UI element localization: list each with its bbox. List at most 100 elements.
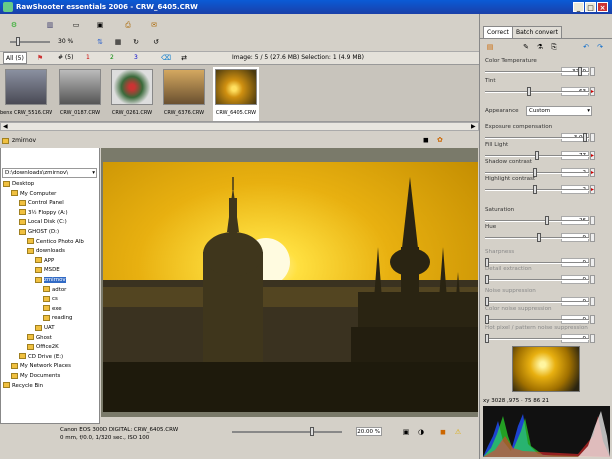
filter-hash-tab[interactable]: # (5) — [58, 52, 73, 64]
zoom-slider[interactable] — [10, 37, 50, 46]
monitor-icon[interactable]: ▣ — [94, 19, 106, 30]
thumbnail[interactable]: CRW_6376.CRW — [161, 67, 207, 121]
thumbnail-image[interactable] — [111, 69, 153, 105]
folder-tree-item[interactable]: Desktop — [3, 180, 34, 188]
param-spinner[interactable] — [590, 275, 595, 284]
folder-tree-item[interactable]: 3½ Floppy (A:) — [19, 209, 68, 217]
folder-tree-item[interactable]: Control Panel — [19, 199, 64, 207]
param-spinner[interactable] — [590, 334, 595, 343]
reset-arrow-icon[interactable]: ▸ — [591, 88, 596, 95]
folder-tree-item[interactable]: UAT — [35, 324, 55, 332]
folder-tree-item[interactable]: reading — [43, 314, 72, 322]
filter-all-tab[interactable]: All (5) — [3, 52, 27, 64]
maximize-button[interactable]: □ — [585, 2, 596, 12]
folder-tree-item[interactable]: Local Disk (C:) — [19, 218, 67, 226]
thumbnail-selected[interactable]: CRW_6405.CRW — [213, 67, 259, 121]
tag-icon[interactable]: ⚑ — [34, 52, 46, 63]
trash-filter-icon[interactable]: ⌫ — [160, 52, 172, 63]
folder-tree-item[interactable]: cs — [43, 295, 58, 303]
layout-icon[interactable]: ▥ — [44, 19, 56, 30]
param-slider[interactable] — [485, 168, 589, 177]
folder-tree-item[interactable]: My Network Places — [11, 362, 71, 370]
appearance-select[interactable]: Custom ▾ — [526, 106, 592, 116]
filter-1-tab[interactable]: 1 — [86, 52, 90, 64]
color-icon[interactable]: ◼ — [437, 426, 449, 437]
folder-tree-item[interactable]: downloads — [27, 247, 65, 255]
thumbnail-image[interactable] — [163, 69, 205, 105]
param-slider[interactable] — [485, 258, 589, 267]
filmstrip-scrollbar[interactable]: ◀ ▶ — [0, 122, 479, 131]
fit-icon[interactable]: ▣ — [400, 426, 412, 437]
param-spinner[interactable] — [590, 258, 595, 267]
param-slider-knob[interactable] — [485, 297, 489, 306]
param-slider[interactable] — [485, 151, 589, 160]
thumbnail-image[interactable] — [59, 69, 101, 105]
preview-zoom-slider[interactable] — [232, 427, 342, 436]
param-slider[interactable] — [485, 275, 589, 284]
scroll-left-icon[interactable]: ◀ — [3, 123, 8, 130]
scroll-right-icon[interactable]: ▶ — [471, 123, 476, 130]
preview-image[interactable] — [103, 162, 478, 412]
folder-tree-item[interactable]: Recycle Bin — [3, 382, 43, 390]
path-combo[interactable]: D:\downloads\zmirnov\ ▾ — [2, 168, 97, 178]
param-slider-knob[interactable] — [545, 216, 549, 225]
param-slider-knob[interactable] — [537, 233, 541, 242]
sync-filter-icon[interactable]: ⇄ — [178, 52, 190, 63]
param-spinner[interactable] — [590, 233, 595, 242]
param-spinner[interactable] — [590, 133, 595, 142]
alert-icon[interactable]: ⚠ — [452, 426, 464, 437]
refresh-icon[interactable]: ↻ — [130, 36, 142, 47]
reset-arrow-icon[interactable]: ▸ — [591, 152, 596, 159]
param-slider[interactable] — [485, 334, 589, 343]
folder-tree-item[interactable]: exe — [43, 305, 62, 313]
close-button[interactable]: × — [597, 2, 608, 12]
chevron-down-icon[interactable]: ▾ — [92, 169, 95, 178]
param-spinner[interactable] — [590, 216, 595, 225]
param-slider[interactable] — [485, 133, 589, 142]
folder-tree-item[interactable]: MSDE — [35, 266, 60, 274]
param-slider-knob[interactable] — [578, 67, 582, 76]
sort-icon[interactable]: ⇅ — [94, 36, 106, 47]
palette-icon[interactable]: ✿ — [437, 136, 443, 144]
folder-tree-item[interactable]: CD Drive (E:) — [19, 353, 63, 361]
param-slider[interactable] — [485, 87, 589, 96]
param-slider[interactable] — [485, 216, 589, 225]
zoom-knob[interactable] — [16, 37, 20, 46]
folder-tree-item[interactable]: My Documents — [11, 372, 60, 380]
export-icon[interactable]: ✉ — [148, 19, 160, 30]
param-slider-knob[interactable] — [485, 275, 489, 284]
navigator-thumbnail[interactable] — [512, 346, 580, 392]
thumbnail[interactable]: benx CRW_5516.CRW — [0, 67, 52, 121]
thumbnail-image[interactable] — [215, 69, 257, 105]
view-icon[interactable]: ▦ — [112, 36, 124, 47]
param-spinner[interactable] — [590, 67, 595, 76]
filter-2-tab[interactable]: 2 — [110, 52, 114, 64]
folder-tree-item[interactable]: Ghost — [27, 334, 52, 342]
param-slider[interactable] — [485, 315, 589, 324]
param-spinner[interactable] — [590, 297, 595, 306]
folder-tree-item[interactable]: zmirnov — [35, 276, 66, 284]
param-slider[interactable] — [485, 67, 589, 76]
dual-view-icon[interactable]: ▭ — [70, 19, 82, 30]
param-spinner[interactable] — [590, 315, 595, 324]
folder-tree-item[interactable]: Office2K — [27, 343, 59, 351]
param-slider-knob[interactable] — [485, 334, 489, 343]
minimize-button[interactable]: _ — [573, 2, 584, 12]
param-slider-knob[interactable] — [485, 315, 489, 324]
reset-arrow-icon[interactable]: ▸ — [591, 169, 596, 176]
chevron-down-icon[interactable]: ▾ — [587, 107, 590, 116]
rotate-icon[interactable]: ↺ — [150, 36, 162, 47]
reset-arrow-icon[interactable]: ▸ — [591, 186, 596, 193]
chat-icon[interactable]: ◼ — [423, 136, 429, 144]
param-slider[interactable] — [485, 185, 589, 194]
print-icon[interactable]: ⎙ — [122, 19, 134, 30]
preview-zoom-knob[interactable] — [310, 427, 314, 436]
param-slider[interactable] — [485, 233, 589, 242]
warning-toggle-icon[interactable]: ◑ — [415, 426, 427, 437]
param-slider-knob[interactable] — [535, 151, 539, 160]
folder-tree-item[interactable]: adtor — [43, 286, 66, 294]
param-slider-knob[interactable] — [527, 87, 531, 96]
settings-icon[interactable]: ⚙ — [8, 19, 20, 30]
filter-3-tab[interactable]: 3 — [134, 52, 138, 64]
thumbnail[interactable]: CRW_0261.CRW — [109, 67, 155, 121]
